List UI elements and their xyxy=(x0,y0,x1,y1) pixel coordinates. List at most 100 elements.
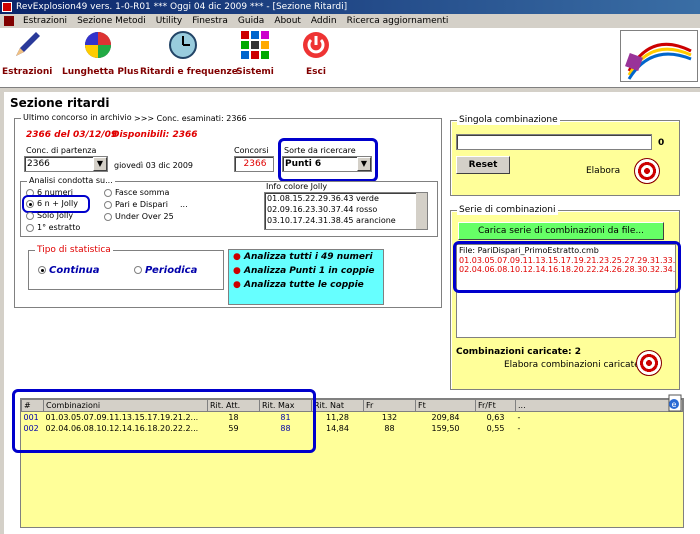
opt-solo-jolly[interactable]: Solo Jolly xyxy=(26,211,73,220)
ritardi-frequenze-button[interactable]: Ritardi e frequenze xyxy=(140,30,238,77)
analisi-label: Analisi condotta su... xyxy=(27,176,115,185)
carica-serie-button[interactable]: Carica serie di combinazioni da file... xyxy=(458,222,664,240)
esci-button[interactable]: Esci xyxy=(298,30,334,77)
sistemi-button[interactable]: Sistemi xyxy=(234,30,276,77)
clock-icon xyxy=(169,31,197,59)
jolly-line: 02.09.16.23.30.37.44 rosso xyxy=(267,205,378,214)
menu-utility[interactable]: Utility xyxy=(151,14,187,28)
col-more[interactable]: ... xyxy=(515,399,683,412)
radio-icon xyxy=(104,212,112,221)
analisi-ellipsis: ... xyxy=(180,200,188,209)
col-ft[interactable]: Ft xyxy=(415,399,476,412)
concorsi-input[interactable]: 2366 xyxy=(234,156,274,172)
menu-ricerca-aggiornamenti[interactable]: Ricerca aggiornamenti xyxy=(342,14,454,28)
toolbar: Estrazioni Lunghetta Plus Ritardi e freq… xyxy=(0,28,700,88)
row-frft: 0,55 xyxy=(486,423,505,433)
table-highlight xyxy=(12,389,316,453)
col-fr[interactable]: Fr xyxy=(363,399,416,412)
jolly-line: 03.10.17.24.31.38.45 arancione xyxy=(267,216,396,225)
sorte-value: Punti 6 xyxy=(285,159,322,169)
title-bar: RevExplosion49 vers. 1-0-R01 *** Oggi 04… xyxy=(0,0,700,14)
singola-elabora-label: Elabora xyxy=(586,166,621,176)
lunghetta-plus-button[interactable]: Lunghetta Plus xyxy=(62,30,139,77)
jolly-line: 01.08.15.22.29.36.43 verde xyxy=(267,194,379,203)
serie-label: Serie di combinazioni xyxy=(457,205,558,215)
available-draws: Disponibili: 2366 xyxy=(112,130,198,140)
opt-periodica[interactable]: Periodica xyxy=(134,265,197,276)
play-icon: ● xyxy=(233,252,241,262)
play-icon: ● xyxy=(233,280,241,290)
row-frft: 0,63 xyxy=(486,412,505,422)
singola-input[interactable] xyxy=(456,134,652,150)
analyze-panel: ● Analizza tutti i 49 numeri ● Analizza … xyxy=(228,249,384,305)
power-icon xyxy=(303,32,329,58)
opt-under-over[interactable]: Under Over 25 xyxy=(104,212,174,221)
combinazioni-caricate: Combinazioni caricate: 2 xyxy=(456,347,582,357)
serie-highlight xyxy=(453,241,681,293)
export-icon[interactable]: e xyxy=(666,394,684,412)
analyze-list: ● Analizza tutti i 49 numeri ● Analizza … xyxy=(229,250,383,292)
logo-graphic xyxy=(625,42,692,80)
row-fr: 132 xyxy=(381,412,398,422)
menu-estrazioni[interactable]: Estrazioni xyxy=(18,14,72,28)
sorte-select[interactable]: Punti 6 ▼ xyxy=(282,156,372,172)
row-rit-nat: 14,84 xyxy=(326,423,349,433)
analyze-49-button[interactable]: ● Analizza tutti i 49 numeri xyxy=(233,252,379,262)
radio-selected-icon xyxy=(26,199,34,208)
play-icon: ● xyxy=(233,266,241,276)
opt-primo-estratto[interactable]: 1° estratto xyxy=(26,223,80,232)
radio-icon xyxy=(134,266,142,274)
chevron-down-icon[interactable]: ▼ xyxy=(357,157,371,171)
estrazioni-button[interactable]: Estrazioni xyxy=(2,30,52,77)
radio-icon xyxy=(26,211,34,220)
conc-partenza-date: giovedì 03 dic 2009 xyxy=(114,161,194,170)
conc-partenza-select[interactable]: 2366 ▼ xyxy=(24,156,108,172)
jolly-scrollbar[interactable] xyxy=(416,193,427,229)
jolly-list[interactable]: 01.08.15.22.29.36.43 verde 02.09.16.23.3… xyxy=(264,192,428,230)
opt-under-over-label: Under Over 25 xyxy=(115,212,174,221)
reset-button[interactable]: Reset xyxy=(456,156,510,174)
analyze-punti-button[interactable]: ● Analizza Punti 1 in coppie xyxy=(233,266,379,276)
opt-pari-dispari-label: Pari e Dispari xyxy=(115,200,168,209)
target-icon[interactable] xyxy=(636,350,662,376)
opt-fasce-somma-label: Fasce somma xyxy=(115,188,170,197)
opt-primo-estratto-label: 1° estratto xyxy=(37,223,81,232)
opt-6n-jolly-label: 6 n + Jolly xyxy=(37,199,78,208)
pencil-icon xyxy=(16,32,40,56)
rev-explosion-logo xyxy=(620,30,698,82)
menu-finestra[interactable]: Finestra xyxy=(187,14,233,28)
target-icon[interactable] xyxy=(634,158,660,184)
statistica-label: Tipo di statistica xyxy=(35,245,113,255)
opt-periodica-label: Periodica xyxy=(145,265,198,276)
menu-guida[interactable]: Guida xyxy=(233,14,269,28)
menu-about[interactable]: About xyxy=(269,14,306,28)
row-rit-nat: 11,28 xyxy=(326,412,349,422)
menu-addin[interactable]: Addin xyxy=(306,14,342,28)
color-wheel-icon xyxy=(85,32,111,58)
section-title: Sezione ritardi xyxy=(10,96,110,110)
row-fr: 88 xyxy=(384,423,395,433)
col-frft[interactable]: Fr/Ft xyxy=(475,399,516,412)
menu-sezione-metodi[interactable]: Sezione Metodi xyxy=(72,14,151,28)
analyze-coppie-button[interactable]: ● Analizza tutte le coppie xyxy=(233,280,379,290)
archive-label: Ultimo concorso in archivio xyxy=(21,113,134,122)
opt-continua[interactable]: Continua xyxy=(38,265,100,276)
examined-count: >>> Conc. esaminati: 2366 xyxy=(132,114,249,123)
elabora-caricate-label: Elabora combinazioni caricate xyxy=(504,360,640,370)
chevron-down-icon[interactable]: ▼ xyxy=(93,157,107,171)
opt-pari-dispari[interactable]: Pari e Dispari xyxy=(104,200,168,209)
svg-text:e: e xyxy=(672,400,677,409)
analyze-punti-label: Analizza Punti 1 in coppie xyxy=(244,266,375,276)
analyze-49-label: Analizza tutti i 49 numeri xyxy=(244,252,373,262)
document-icon[interactable] xyxy=(4,16,14,26)
opt-fasce-somma[interactable]: Fasce somma xyxy=(104,188,169,197)
concorsi-label: Concorsi xyxy=(234,146,269,155)
conc-partenza-value: 2366 xyxy=(27,159,50,169)
analyze-coppie-label: Analizza tutte le coppie xyxy=(244,280,364,290)
row-more: - xyxy=(517,423,521,433)
row-ft: 209,84 xyxy=(431,412,460,422)
opt-6n-jolly[interactable]: 6 n + Jolly xyxy=(26,199,78,208)
radio-icon xyxy=(26,223,34,232)
col-rit-nat[interactable]: Rit. Nat xyxy=(311,399,364,412)
jolly-label: Info colore Jolly xyxy=(264,182,330,191)
